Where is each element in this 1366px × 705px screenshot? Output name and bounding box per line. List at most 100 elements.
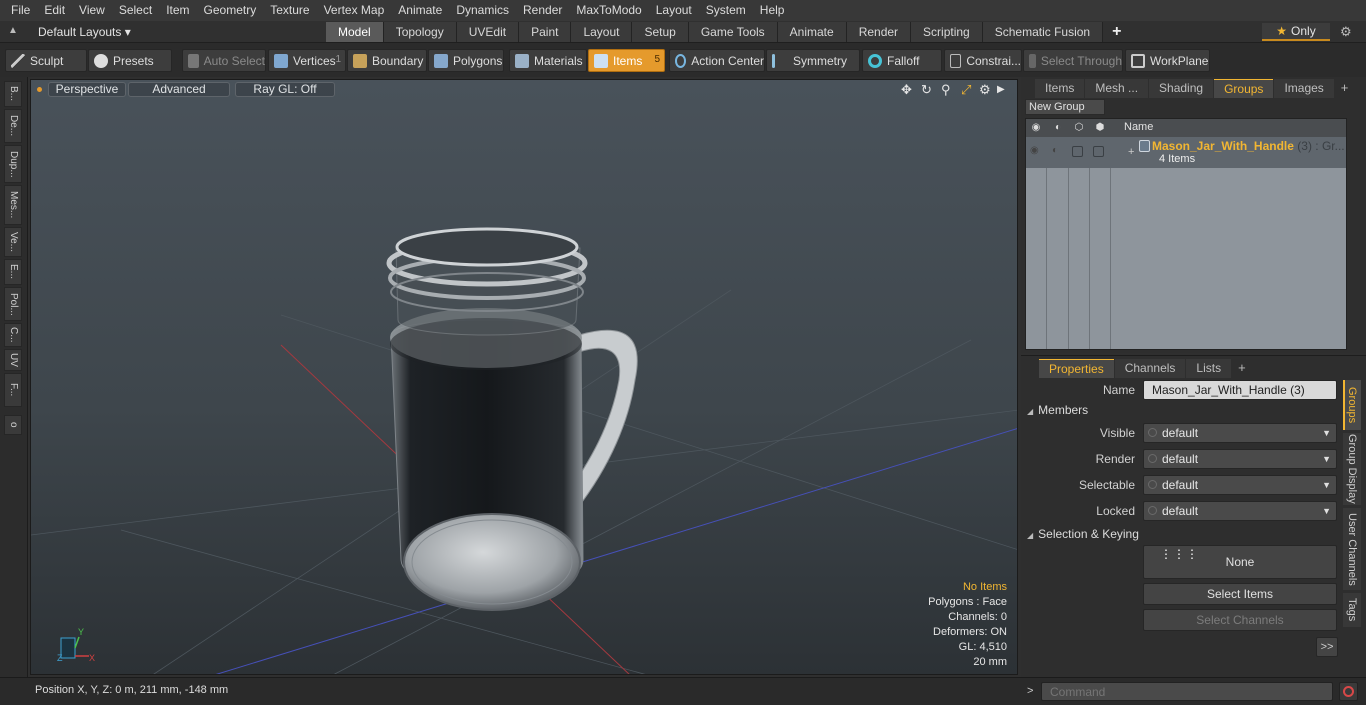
- render-toggle-icon[interactable]: ◐: [1052, 145, 1058, 156]
- tab-items[interactable]: Items: [1035, 79, 1085, 98]
- only-button[interactable]: ★ Only: [1262, 23, 1330, 41]
- menu-render[interactable]: Render: [516, 0, 569, 21]
- new-group-button[interactable]: New Group: [1025, 99, 1105, 115]
- strip-tab-edge[interactable]: E...: [4, 259, 22, 285]
- members-section[interactable]: ◢ Members: [1027, 403, 1339, 419]
- menu-animate[interactable]: Animate: [391, 0, 449, 21]
- constraints-button[interactable]: Constrai...: [944, 49, 1022, 72]
- materials-button[interactable]: Materials: [509, 49, 587, 72]
- group-row[interactable]: ◉ ◐ + Mason_Jar_With_Handle (3) : Gr... …: [1026, 137, 1346, 168]
- 3d-viewport[interactable]: Perspective Advanced Ray GL: Off ✥ ↻ ⚲ ⤢…: [30, 79, 1018, 675]
- tab-schematic-fusion[interactable]: Schematic Fusion: [982, 22, 1104, 42]
- name-column-header[interactable]: Name: [1124, 121, 1153, 133]
- menu-system[interactable]: System: [699, 0, 753, 21]
- side-tab-tags[interactable]: Tags: [1343, 593, 1361, 627]
- visibility-header-icon[interactable]: ◉: [1030, 122, 1042, 134]
- tab-images[interactable]: Images: [1274, 79, 1334, 98]
- polygons-button[interactable]: Polygons: [428, 49, 504, 72]
- presets-button[interactable]: Presets: [88, 49, 172, 72]
- menu-layout[interactable]: Layout: [649, 0, 699, 21]
- tab-paint[interactable]: Paint: [519, 22, 572, 42]
- name-field[interactable]: Mason_Jar_With_Handle (3): [1143, 380, 1337, 400]
- stop-button[interactable]: [1339, 682, 1358, 701]
- tab-mesh[interactable]: Mesh ...: [1085, 79, 1149, 98]
- viewport-gear-icon[interactable]: ⚙: [979, 82, 991, 98]
- tab-game-tools[interactable]: Game Tools: [688, 22, 778, 42]
- expand-icon[interactable]: +: [1128, 146, 1134, 158]
- menu-help[interactable]: Help: [753, 0, 792, 21]
- viewport-dot-icon[interactable]: [37, 87, 42, 92]
- strip-tab-fusion[interactable]: F...: [4, 373, 22, 407]
- add-properties-tab-icon[interactable]: +: [1232, 359, 1252, 378]
- select-channels-button[interactable]: Select Channels: [1143, 609, 1337, 631]
- menu-texture[interactable]: Texture: [263, 0, 316, 21]
- more-button[interactable]: >>: [1316, 637, 1338, 657]
- select-items-button[interactable]: Select Items: [1143, 583, 1337, 605]
- render-dropdown[interactable]: default ▼: [1143, 449, 1337, 469]
- falloff-button[interactable]: Falloff: [862, 49, 942, 72]
- command-input[interactable]: [1041, 682, 1333, 701]
- tab-topology[interactable]: Topology: [383, 22, 457, 42]
- selectable-checkbox[interactable]: [1072, 146, 1083, 157]
- items-button[interactable]: Items 5: [588, 49, 665, 72]
- tab-setup[interactable]: Setup: [632, 22, 689, 42]
- sculpt-button[interactable]: Sculpt: [5, 49, 87, 72]
- tab-layout[interactable]: Layout: [571, 22, 633, 42]
- strip-tab-duplicate[interactable]: Dup...: [4, 145, 22, 183]
- workplane-button[interactable]: WorkPlane: [1125, 49, 1210, 72]
- tab-render[interactable]: Render: [846, 22, 912, 42]
- tab-uvedit[interactable]: UVEdit: [456, 22, 520, 42]
- add-tab-icon[interactable]: +: [1103, 22, 1130, 42]
- select-header-icon[interactable]: ⬡: [1073, 122, 1085, 134]
- layout-selector[interactable]: Default Layouts ▾: [32, 23, 137, 41]
- menu-item[interactable]: Item: [159, 0, 196, 21]
- lock-header-icon[interactable]: ⬢: [1094, 122, 1106, 134]
- tab-channels[interactable]: Channels: [1114, 359, 1186, 378]
- locked-dropdown[interactable]: default ▼: [1143, 501, 1337, 521]
- tab-animate[interactable]: Animate: [777, 22, 847, 42]
- render-header-icon[interactable]: ◐: [1052, 122, 1064, 134]
- vertices-button[interactable]: Vertices 1: [268, 49, 346, 72]
- strip-tab-polygon[interactable]: Pol...: [4, 287, 22, 321]
- tab-shading[interactable]: Shading: [1149, 79, 1214, 98]
- fit-view-icon[interactable]: ⤢: [961, 82, 971, 98]
- tab-groups[interactable]: Groups: [1214, 79, 1274, 98]
- zoom-icon[interactable]: ⚲: [941, 82, 951, 98]
- pin-icon[interactable]: ▲: [8, 25, 20, 37]
- side-tab-user-channels[interactable]: User Channels: [1343, 508, 1361, 590]
- rotate-view-icon[interactable]: ↻: [921, 82, 932, 98]
- boundary-button[interactable]: Boundary: [347, 49, 427, 72]
- strip-tab-mesh[interactable]: Mes...: [4, 185, 22, 225]
- menu-edit[interactable]: Edit: [37, 0, 72, 21]
- tab-scripting[interactable]: Scripting: [911, 22, 983, 42]
- shading-button[interactable]: Advanced: [128, 82, 230, 97]
- strip-tab-deform[interactable]: De...: [4, 109, 22, 143]
- menu-file[interactable]: File: [4, 0, 37, 21]
- side-tab-group-display[interactable]: Group Display: [1343, 433, 1361, 505]
- visible-dropdown[interactable]: default ▼: [1143, 423, 1337, 443]
- symmetry-button[interactable]: Symmetry: [766, 49, 860, 72]
- strip-tab-curve[interactable]: C...: [4, 323, 22, 347]
- selection-keying-section[interactable]: ◢ Selection & Keying: [1027, 527, 1339, 543]
- strip-tab-extra[interactable]: o: [4, 415, 22, 435]
- side-tab-groups[interactable]: Groups: [1343, 380, 1361, 430]
- perspective-button[interactable]: Perspective: [48, 82, 126, 97]
- tab-properties[interactable]: Properties: [1039, 359, 1114, 378]
- menu-dynamics[interactable]: Dynamics: [449, 0, 516, 21]
- add-panel-tab-icon[interactable]: +: [1335, 79, 1355, 98]
- panel-menu-icon[interactable]: ⋮: [1354, 79, 1366, 98]
- action-center-button[interactable]: Action Center: [669, 49, 765, 72]
- menu-maxtomodo[interactable]: MaxToModo: [569, 0, 648, 21]
- gear-icon[interactable]: ⚙: [1340, 24, 1352, 40]
- menu-geometry[interactable]: Geometry: [197, 0, 264, 21]
- strip-tab-vertex[interactable]: Ve...: [4, 227, 22, 257]
- selectable-dropdown[interactable]: default ▼: [1143, 475, 1337, 495]
- menu-view[interactable]: View: [72, 0, 112, 21]
- auto-select-button[interactable]: Auto Select: [182, 49, 266, 72]
- menu-vertex-map[interactable]: Vertex Map: [317, 0, 392, 21]
- menu-select[interactable]: Select: [112, 0, 159, 21]
- strip-tab-uv[interactable]: UV: [4, 349, 22, 371]
- viewport-menu-icon[interactable]: ▶: [997, 84, 1005, 95]
- raygl-button[interactable]: Ray GL: Off: [235, 82, 335, 97]
- tab-model[interactable]: Model: [326, 22, 384, 42]
